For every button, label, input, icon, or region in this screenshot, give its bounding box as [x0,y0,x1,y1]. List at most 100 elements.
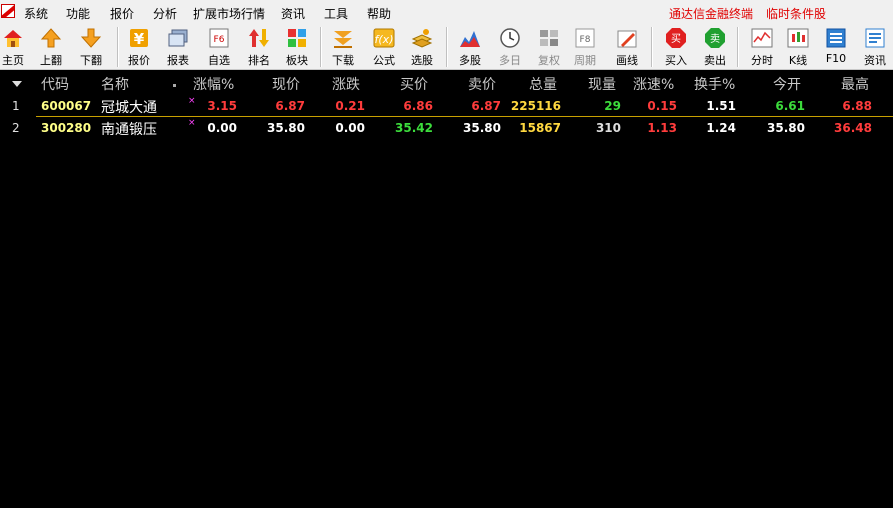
page-down-button[interactable]: 下翻 [73,25,109,69]
col-header-code[interactable]: 代码 [41,74,69,94]
stock-name[interactable]: 冠城大通 [101,97,157,117]
kline-icon [787,28,809,48]
open-price: 6.61 [775,99,805,113]
turnover-pct: 1.24 [706,121,736,135]
news-icon [865,28,885,48]
menu-analysis[interactable]: 分析 [153,5,177,22]
f10-button[interactable]: F10 [818,25,854,69]
column-menu-arrow-icon[interactable] [12,81,22,87]
ask-price: 35.80 [463,121,501,135]
menu-system[interactable]: 系统 [24,5,48,22]
stock-code[interactable]: 600067 [41,99,91,113]
col-header-high[interactable]: 最高 [841,74,869,94]
buy-icon: 买 [666,28,686,48]
menu-extended-market[interactable]: 扩展市场行情 [193,5,265,22]
change-pct: 0.00 [207,121,237,135]
stock-code[interactable]: 300280 [41,121,91,135]
app-logo-icon [1,4,15,18]
blocks-icon [288,29,306,47]
menu-bar: 系统 功能 报价 分析 扩展市场行情 资讯 工具 帮助 通达信金融终端 临时条件… [0,0,893,24]
price: 6.87 [275,99,305,113]
price: 35.80 [267,121,305,135]
terminal-title-link[interactable]: 通达信金融终端 [669,5,753,22]
col-header-current-volume[interactable]: 现量 [588,74,616,94]
menu-help[interactable]: 帮助 [367,5,391,22]
sector-button[interactable]: 板块 [279,25,315,69]
quote-table: 代码 名称 涨幅% 现价 涨跌 买价 卖价 总量 现量 涨速% 换手% 今开 最… [0,70,893,508]
col-header-name[interactable]: 名称 [101,74,129,94]
intraday-icon [751,28,773,48]
total-volume: 15867 [519,121,561,135]
menu-quote[interactable]: 报价 [110,5,134,22]
f6-icon: F6 [209,28,229,48]
download-icon [334,31,352,48]
quote-button[interactable]: ¥ 报价 [121,25,157,69]
change: 0.21 [335,99,365,113]
svg-text:¥: ¥ [134,30,145,48]
pencil-icon [617,30,637,48]
kline-button[interactable]: K线 [780,25,816,69]
draw-line-button[interactable]: 画线 [609,25,645,69]
sell-icon: 卖 [705,28,725,48]
col-header-speed[interactable]: 涨速% [633,74,674,94]
arrow-down-icon [80,28,102,48]
sell-button[interactable]: 卖 卖出 [697,25,733,69]
high-price: 36.48 [834,121,872,135]
period-button[interactable]: F8 周期 [567,25,603,69]
formula-button[interactable]: f(x) 公式 [366,25,402,69]
menu-info[interactable]: 资讯 [281,5,305,22]
speed-pct: 1.13 [647,121,677,135]
multi-stock-button[interactable]: 多股 [452,25,488,69]
row-index: 2 [12,121,20,135]
news-button[interactable]: 资讯 [857,25,893,69]
current-volume: 29 [604,99,621,113]
col-header-change-pct[interactable]: 涨幅% [193,74,234,94]
bid-price: 6.86 [403,99,433,113]
stock-pick-icon [411,29,433,48]
col-header-bid[interactable]: 买价 [400,74,428,94]
col-header-open[interactable]: 今开 [773,74,801,94]
report-icon [168,29,188,47]
menu-tools[interactable]: 工具 [324,5,348,22]
stock-pick-button[interactable]: 选股 [404,25,440,69]
bid-price: 35.42 [395,121,433,135]
ranking-button[interactable]: 排名 [241,25,277,69]
selection-underline [36,116,893,117]
svg-text:F8: F8 [580,35,591,45]
download-button[interactable]: 下载 [325,25,361,69]
report-button[interactable]: 报表 [160,25,196,69]
watchlist-button[interactable]: F6 自选 [201,25,237,69]
change: 0.00 [335,121,365,135]
change-pct: 3.15 [207,99,237,113]
total-volume: 225116 [510,99,561,113]
svg-text:买: 买 [671,33,681,45]
row-index: 1 [12,99,20,113]
open-price: 35.80 [767,121,805,135]
svg-text:卖: 卖 [710,33,720,45]
column-separator-dot-icon [173,84,176,87]
multi-stock-icon [460,31,480,47]
high-price: 6.88 [842,99,872,113]
menu-function[interactable]: 功能 [66,5,90,22]
formula-icon: f(x) [373,28,395,48]
col-header-change[interactable]: 涨跌 [332,74,360,94]
yuan-icon: ¥ [130,29,148,48]
multi-day-button[interactable]: 多日 [492,25,528,69]
svg-text:f(x): f(x) [375,33,394,46]
col-header-ask[interactable]: 卖价 [468,74,496,94]
arrow-up-icon [40,28,62,48]
col-header-price[interactable]: 现价 [272,74,300,94]
restore-icon [540,30,558,46]
stock-name[interactable]: 南通锻压 [101,119,157,139]
speed-pct: 0.15 [647,99,677,113]
temp-condition-stocks-link[interactable]: 临时条件股 [766,5,826,22]
f8-icon: F8 [575,28,595,48]
turnover-pct: 1.51 [706,99,736,113]
toolbar: 主页 上翻 下翻 ¥ 报价 报表 F6 自选 排名 板块 下载 f(x) 公式 … [0,24,893,70]
page-up-button[interactable]: 上翻 [33,25,69,69]
home-icon [4,30,22,47]
col-header-turnover[interactable]: 换手% [694,74,735,94]
col-header-volume[interactable]: 总量 [529,74,557,94]
current-volume: 310 [595,121,621,135]
buy-button[interactable]: 买 买入 [658,25,694,69]
